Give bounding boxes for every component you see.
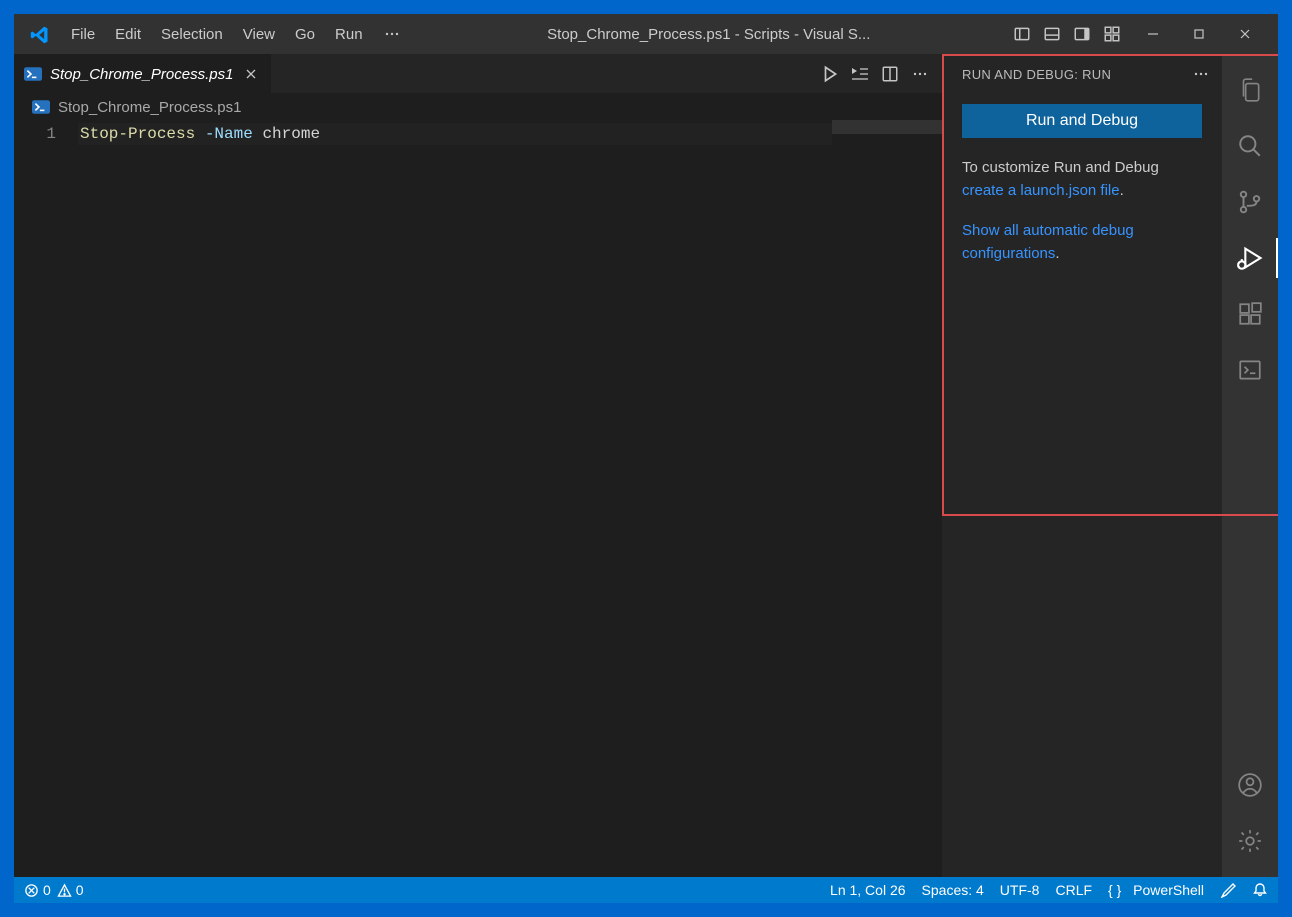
title-bar: File Edit Selection View Go Run Stop_Chr…: [14, 14, 1278, 54]
editor-group: Stop_Chrome_Process.ps1: [14, 54, 942, 877]
minimap[interactable]: [832, 120, 942, 877]
panel-text-show-all: Show all automatic debug configurations.: [962, 219, 1202, 266]
panel-body: Run and Debug To customize Run and Debug…: [942, 94, 1222, 291]
toggle-panel-icon[interactable]: [1038, 20, 1066, 48]
extensions-activity-icon[interactable]: [1222, 286, 1278, 342]
braces-icon: { }: [1108, 882, 1121, 898]
tab-label: Stop_Chrome_Process.ps1: [50, 66, 233, 83]
split-editor-icon[interactable]: [876, 60, 904, 88]
main-body: Stop_Chrome_Process.ps1: [14, 54, 1278, 877]
toggle-secondary-sidebar-icon[interactable]: [1068, 20, 1096, 48]
close-button[interactable]: [1222, 14, 1268, 54]
status-errors[interactable]: 0: [24, 882, 51, 898]
vscode-window: File Edit Selection View Go Run Stop_Chr…: [14, 14, 1278, 903]
source-control-activity-icon[interactable]: [1222, 174, 1278, 230]
minimap-slider[interactable]: [832, 120, 942, 134]
editor-more-icon[interactable]: [906, 60, 934, 88]
panel-more-icon[interactable]: [1190, 63, 1212, 85]
status-bell-icon[interactable]: [1252, 882, 1268, 898]
customize-layout-icon[interactable]: [1098, 20, 1126, 48]
code-line: Stop-Process -Name chrome: [78, 123, 832, 145]
editor-actions: [816, 60, 942, 88]
title-layout-icons: [1008, 20, 1126, 48]
menu-bar: File Edit Selection View Go Run: [62, 20, 410, 49]
line-number-gutter: 1: [14, 120, 78, 877]
editor-area[interactable]: 1 Stop-Process -Name chrome: [14, 120, 942, 877]
panel-title: RUN AND DEBUG: RUN: [962, 67, 1190, 82]
run-selection-icon[interactable]: [846, 60, 874, 88]
breadcrumb-file: Stop_Chrome_Process.ps1: [58, 99, 241, 116]
menu-selection[interactable]: Selection: [152, 20, 232, 49]
editor-tab[interactable]: Stop_Chrome_Process.ps1: [14, 54, 272, 94]
status-indent[interactable]: Spaces: 4: [922, 882, 984, 898]
status-eol[interactable]: CRLF: [1055, 882, 1092, 898]
breadcrumb[interactable]: Stop_Chrome_Process.ps1: [14, 94, 942, 120]
powershell-file-icon: [32, 98, 50, 116]
menu-view[interactable]: View: [234, 20, 284, 49]
window-title: Stop_Chrome_Process.ps1 - Scripts - Visu…: [410, 26, 1008, 43]
status-bar: 0 0 Ln 1, Col 26 Spaces: 4 UTF-8 CRLF { …: [14, 877, 1278, 903]
tab-close-icon[interactable]: [241, 64, 261, 84]
menu-go[interactable]: Go: [286, 20, 324, 49]
line-number: 1: [14, 123, 56, 145]
settings-gear-icon[interactable]: [1222, 813, 1278, 869]
run-debug-activity-icon[interactable]: [1222, 230, 1278, 286]
status-encoding[interactable]: UTF-8: [1000, 882, 1040, 898]
menu-more-icon[interactable]: [374, 20, 410, 49]
vscode-logo-icon: [30, 24, 50, 44]
panel-text-customize: To customize Run and Debug create a laun…: [962, 156, 1202, 203]
terminal-shortcut-icon[interactable]: [1222, 342, 1278, 398]
menu-file[interactable]: File: [62, 20, 104, 49]
toggle-primary-sidebar-icon[interactable]: [1008, 20, 1036, 48]
maximize-button[interactable]: [1176, 14, 1222, 54]
menu-run[interactable]: Run: [326, 20, 372, 49]
window-controls: [1130, 14, 1268, 54]
status-warnings[interactable]: 0: [57, 882, 84, 898]
show-debug-configs-link[interactable]: Show all automatic debug configurations: [962, 222, 1134, 262]
run-file-icon[interactable]: [816, 60, 844, 88]
status-line-col[interactable]: Ln 1, Col 26: [830, 882, 906, 898]
activity-bar: [1222, 54, 1278, 877]
minimize-button[interactable]: [1130, 14, 1176, 54]
tab-bar: Stop_Chrome_Process.ps1: [14, 54, 942, 94]
explorer-activity-icon[interactable]: [1222, 62, 1278, 118]
panel-header: RUN AND DEBUG: RUN: [942, 54, 1222, 94]
account-icon[interactable]: [1222, 757, 1278, 813]
menu-edit[interactable]: Edit: [106, 20, 150, 49]
search-activity-icon[interactable]: [1222, 118, 1278, 174]
status-language[interactable]: { } PowerShell: [1108, 882, 1204, 898]
code-content[interactable]: Stop-Process -Name chrome: [78, 120, 832, 877]
status-feedback-icon[interactable]: [1220, 882, 1236, 898]
powershell-file-icon: [24, 65, 42, 83]
run-and-debug-panel: RUN AND DEBUG: RUN Run and Debug To cust…: [942, 54, 1222, 877]
run-and-debug-button[interactable]: Run and Debug: [962, 104, 1202, 138]
create-launch-json-link[interactable]: create a launch.json file: [962, 182, 1120, 199]
